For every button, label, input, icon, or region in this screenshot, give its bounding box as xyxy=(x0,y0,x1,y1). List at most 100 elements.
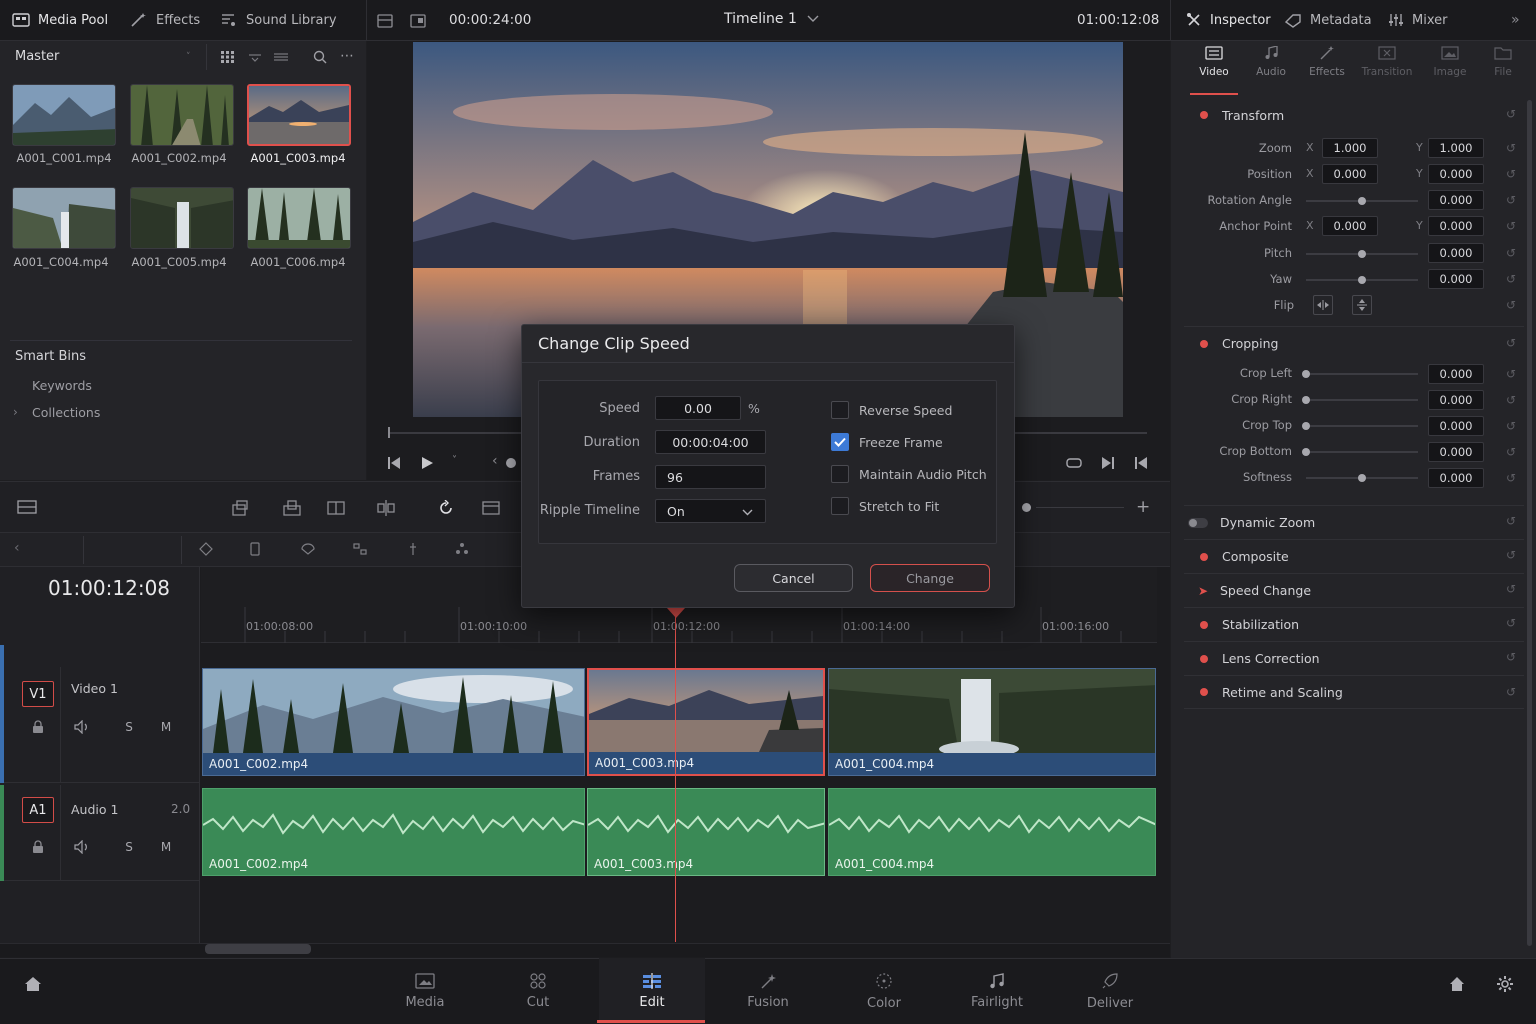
keywords-item[interactable]: Keywords xyxy=(32,378,92,393)
crop-left-field[interactable]: 0.000 xyxy=(1428,364,1484,384)
reset-icon[interactable]: ↺ xyxy=(1506,141,1516,155)
search-icon[interactable] xyxy=(310,48,330,66)
clip-thumbnail[interactable] xyxy=(247,187,351,249)
position-y-field[interactable]: 0.000 xyxy=(1428,164,1484,184)
loop-icon[interactable] xyxy=(1064,453,1084,473)
linked-selection-icon[interactable] xyxy=(403,540,423,558)
pitch-field[interactable]: 0.000 xyxy=(1428,243,1484,263)
softness-slider-knob[interactable] xyxy=(1358,474,1366,482)
inspector-tab-audio[interactable]: Audio xyxy=(1247,46,1295,94)
freeze-frame-checkbox[interactable] xyxy=(831,433,849,451)
trim-mode-icon[interactable] xyxy=(245,540,265,558)
inspector-tab-effects[interactable]: Effects xyxy=(1303,46,1351,94)
softness-field[interactable]: 0.000 xyxy=(1428,468,1484,488)
overwrite-clip-icon[interactable] xyxy=(280,497,304,519)
reset-icon[interactable]: ↺ xyxy=(1506,685,1516,699)
reset-icon[interactable]: ↺ xyxy=(1506,393,1516,407)
enable-dot[interactable] xyxy=(1200,552,1208,561)
media-pool-tab[interactable]: Media Pool xyxy=(12,0,108,40)
mute-button[interactable]: M xyxy=(155,717,177,737)
flag-marker-icon[interactable] xyxy=(452,540,472,558)
reset-icon[interactable]: ↺ xyxy=(1506,445,1516,459)
ripple-timeline-select[interactable]: On xyxy=(655,499,766,523)
playhead-line[interactable] xyxy=(675,612,676,942)
replace-clip-icon[interactable] xyxy=(324,497,348,519)
position-x-field[interactable]: 0.000 xyxy=(1322,164,1378,184)
clip-thumbnail[interactable] xyxy=(130,187,234,249)
page-tab-color[interactable]: Color xyxy=(834,958,934,1024)
settings-gear-icon[interactable] xyxy=(1494,973,1516,995)
grid-view-icon[interactable] xyxy=(218,48,238,66)
collapse-left-icon[interactable]: ‹ xyxy=(14,540,20,556)
enable-dot[interactable] xyxy=(1200,339,1208,348)
sort-icon[interactable] xyxy=(245,48,265,66)
reset-icon[interactable]: ↺ xyxy=(1506,548,1516,562)
video-clip[interactable]: A001_C004.mp4 xyxy=(828,668,1156,776)
clip-thumbnail[interactable] xyxy=(130,84,234,146)
maintain-audio-pitch-checkbox[interactable] xyxy=(831,465,849,483)
reset-icon[interactable]: ↺ xyxy=(1506,336,1516,350)
video-clip-selected[interactable]: A001_C003.mp4 xyxy=(587,668,825,776)
next-clip-icon[interactable] xyxy=(1131,453,1151,473)
playback-options-icon[interactable]: ˅ xyxy=(452,455,457,466)
enable-dot[interactable] xyxy=(1200,654,1208,663)
stretch-to-fit-checkbox[interactable] xyxy=(831,497,849,515)
snapping-icon[interactable] xyxy=(350,540,370,558)
audio-clip[interactable]: A001_C003.mp4 xyxy=(587,788,825,876)
clip-thumbnail[interactable] xyxy=(12,187,116,249)
yaw-slider-knob[interactable] xyxy=(1358,276,1366,284)
speed-change-section[interactable]: ➤ Speed Change xyxy=(1184,573,1524,607)
inspector-tab-file[interactable]: File xyxy=(1480,46,1526,94)
speaker-icon[interactable] xyxy=(72,718,92,736)
flip-vertical-icon[interactable] xyxy=(1352,295,1372,315)
crop-right-field[interactable]: 0.000 xyxy=(1428,390,1484,410)
crop-bottom-field[interactable]: 0.000 xyxy=(1428,442,1484,462)
rotation-slider-knob[interactable] xyxy=(1358,197,1366,205)
effects-tab[interactable]: Effects xyxy=(130,0,200,40)
lock-icon[interactable] xyxy=(28,838,48,856)
reset-icon[interactable]: ↺ xyxy=(1506,582,1516,596)
anchor-y-field[interactable]: 0.000 xyxy=(1428,216,1484,236)
place-on-top-icon[interactable] xyxy=(479,497,503,519)
zoom-x-field[interactable]: 1.000 xyxy=(1322,138,1378,158)
cancel-button[interactable]: Cancel xyxy=(734,564,853,592)
reset-icon[interactable]: ↺ xyxy=(1506,193,1516,207)
home-icon[interactable] xyxy=(22,973,44,995)
reset-icon[interactable]: ↺ xyxy=(1506,650,1516,664)
zoom-slider-knob[interactable] xyxy=(1022,503,1031,512)
bin-chevron-icon[interactable]: ˅ xyxy=(186,52,191,62)
speaker-icon[interactable] xyxy=(72,838,92,856)
page-tab-deliver[interactable]: Deliver xyxy=(1060,958,1160,1024)
jog-left-icon[interactable]: ‹ xyxy=(492,453,498,469)
viewer-layout-icon[interactable] xyxy=(374,10,396,32)
inspector-tab-transition[interactable]: Transition xyxy=(1358,46,1416,94)
crop-right-slider[interactable] xyxy=(1306,399,1418,401)
dynamic-zoom-section[interactable]: Dynamic Zoom xyxy=(1184,505,1524,539)
yaw-field[interactable]: 0.000 xyxy=(1428,269,1484,289)
reset-icon[interactable]: ↺ xyxy=(1506,298,1516,312)
page-tab-media[interactable]: Media xyxy=(375,958,475,1024)
expand-panel-icon[interactable]: » xyxy=(1511,12,1520,28)
project-home-icon[interactable] xyxy=(1446,973,1468,995)
composite-section[interactable]: Composite xyxy=(1184,539,1524,573)
reset-icon[interactable]: ↺ xyxy=(1506,367,1516,381)
crop-bottom-slider-knob[interactable] xyxy=(1302,448,1310,456)
fit-to-fill-icon[interactable] xyxy=(374,497,398,519)
lock-icon[interactable] xyxy=(28,718,48,736)
pitch-slider-knob[interactable] xyxy=(1358,250,1366,258)
sound-library-tab[interactable]: Sound Library xyxy=(220,0,337,40)
viewer-mode-icon[interactable] xyxy=(407,10,429,32)
enable-dot[interactable] xyxy=(1200,688,1208,696)
video-clip[interactable]: A001_C002.mp4 xyxy=(202,668,585,776)
timeline-selector[interactable]: Timeline 1 xyxy=(724,11,819,27)
crop-right-slider-knob[interactable] xyxy=(1302,396,1310,404)
speed-change-arrow-icon[interactable]: ➤ xyxy=(1198,584,1210,598)
selection-mode-icon[interactable] xyxy=(196,540,216,558)
crop-top-slider[interactable] xyxy=(1306,425,1418,427)
dynamic-zoom-toggle[interactable] xyxy=(1188,517,1208,528)
flip-horizontal-icon[interactable] xyxy=(1313,295,1333,315)
duration-input[interactable]: 00:00:04:00 xyxy=(655,430,766,454)
speed-input[interactable]: 0.00 xyxy=(655,396,741,420)
clip-thumbnail[interactable] xyxy=(12,84,116,146)
audio-clip[interactable]: A001_C004.mp4 xyxy=(828,788,1156,876)
